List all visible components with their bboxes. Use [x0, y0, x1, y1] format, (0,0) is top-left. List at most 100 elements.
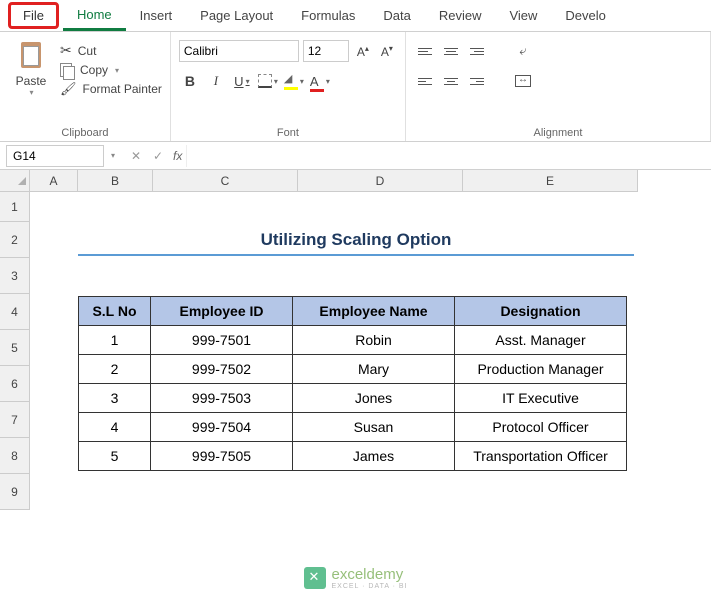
font-size-select[interactable] [303, 40, 349, 62]
align-center-icon [444, 78, 458, 85]
accept-formula-button[interactable]: ✓ [147, 149, 169, 163]
tab-view[interactable]: View [495, 2, 551, 29]
table-cell[interactable]: Transportation Officer [455, 442, 627, 471]
table-row: 1999-7501RobinAsst. Manager [79, 326, 627, 355]
row-header[interactable]: 6 [0, 366, 30, 402]
column-header[interactable]: C [153, 170, 298, 192]
column-header[interactable]: E [463, 170, 638, 192]
fill-color-button[interactable] [283, 70, 305, 92]
watermark-brand: exceldemy [332, 566, 408, 583]
tab-home[interactable]: Home [63, 1, 126, 31]
watermark: exceldemy EXCEL · DATA · BI [304, 566, 408, 590]
column-header[interactable]: A [30, 170, 78, 192]
paste-label: Paste [16, 74, 47, 88]
row-header[interactable]: 2 [0, 222, 30, 258]
table-cell[interactable]: 999-7505 [151, 442, 293, 471]
tab-formulas[interactable]: Formulas [287, 2, 369, 29]
row-header[interactable]: 1 [0, 192, 30, 222]
group-label-alignment: Alignment [414, 125, 702, 139]
align-center-button[interactable] [440, 70, 462, 92]
table-cell[interactable]: Protocol Officer [455, 413, 627, 442]
tab-review[interactable]: Review [425, 2, 496, 29]
tab-data[interactable]: Data [369, 2, 424, 29]
table-row: 3999-7503JonesIT Executive [79, 384, 627, 413]
table-cell[interactable]: 999-7501 [151, 326, 293, 355]
wrap-text-button[interactable] [512, 40, 534, 62]
sheet-title: Utilizing Scaling Option [78, 230, 634, 256]
align-middle-icon [444, 48, 458, 55]
column-header[interactable]: B [78, 170, 153, 192]
tab-insert[interactable]: Insert [126, 2, 187, 29]
table-cell[interactable]: Mary [293, 355, 455, 384]
chevron-down-icon[interactable]: ▾ [29, 88, 33, 97]
sheet-area: 123456789 ABCDE Utilizing Scaling Option… [0, 170, 711, 510]
table-cell[interactable]: Production Manager [455, 355, 627, 384]
merge-icon [515, 75, 531, 87]
fx-label[interactable]: fx [173, 149, 182, 163]
row-header[interactable]: 8 [0, 438, 30, 474]
formula-input[interactable] [186, 145, 711, 167]
table-cell[interactable]: 3 [79, 384, 151, 413]
table-cell[interactable]: 2 [79, 355, 151, 384]
row-header[interactable]: 5 [0, 330, 30, 366]
ribbon-body: Paste ▾ Cut Copy ▾ Format Painter C [0, 32, 711, 142]
select-all-corner[interactable] [0, 170, 30, 192]
row-header[interactable]: 7 [0, 402, 30, 438]
table-cell[interactable]: Robin [293, 326, 455, 355]
tab-page-layout[interactable]: Page Layout [186, 2, 287, 29]
align-middle-button[interactable] [440, 40, 462, 62]
cut-button[interactable]: Cut [60, 42, 162, 59]
table-cell[interactable]: 5 [79, 442, 151, 471]
table-row: 2999-7502MaryProduction Manager [79, 355, 627, 384]
wrap-icon [519, 43, 526, 59]
align-bottom-button[interactable] [466, 40, 488, 62]
table-cell[interactable]: James [293, 442, 455, 471]
brush-icon [60, 81, 77, 97]
row-header[interactable]: 3 [0, 258, 30, 294]
tab-developer[interactable]: Develo [551, 2, 619, 29]
cut-label: Cut [78, 44, 97, 58]
border-icon [258, 74, 272, 88]
align-bottom-icon [470, 48, 484, 55]
name-box[interactable]: G14 [6, 145, 104, 167]
table-cell[interactable]: IT Executive [455, 384, 627, 413]
table-header: S.L No [79, 297, 151, 326]
table-cell[interactable]: 1 [79, 326, 151, 355]
copy-button[interactable]: Copy ▾ [60, 63, 162, 77]
ribbon-tab-bar: File Home Insert Page Layout Formulas Da… [0, 0, 711, 32]
increase-font-button[interactable]: A▴ [353, 42, 373, 61]
group-clipboard: Paste ▾ Cut Copy ▾ Format Painter C [0, 32, 171, 141]
row-header[interactable]: 4 [0, 294, 30, 330]
table-row: 5999-7505JamesTransportation Officer [79, 442, 627, 471]
chevron-down-icon[interactable]: ▾ [115, 66, 119, 75]
table-cell[interactable]: 999-7502 [151, 355, 293, 384]
table-cell[interactable]: Susan [293, 413, 455, 442]
tab-file[interactable]: File [8, 2, 59, 29]
table-cell[interactable]: Jones [293, 384, 455, 413]
align-left-button[interactable] [414, 70, 436, 92]
table-cell[interactable]: 4 [79, 413, 151, 442]
group-label-font: Font [179, 125, 397, 139]
bold-button[interactable]: B [179, 70, 201, 92]
table-cell[interactable]: Asst. Manager [455, 326, 627, 355]
group-label-clipboard: Clipboard [8, 125, 162, 139]
decrease-font-button[interactable]: A▾ [377, 42, 397, 61]
italic-button[interactable]: I [205, 70, 227, 92]
row-header[interactable]: 9 [0, 474, 30, 510]
underline-button[interactable]: U [231, 70, 253, 92]
column-header[interactable]: D [298, 170, 463, 192]
table-cell[interactable]: 999-7503 [151, 384, 293, 413]
table-cell[interactable]: 999-7504 [151, 413, 293, 442]
paste-button[interactable]: Paste ▾ [8, 36, 54, 125]
cancel-formula-button[interactable]: ✕ [125, 149, 147, 163]
copy-label: Copy [80, 63, 108, 77]
group-font: A▴ A▾ B I U A Font [171, 32, 406, 141]
align-top-button[interactable] [414, 40, 436, 62]
format-painter-button[interactable]: Format Painter [60, 81, 162, 97]
chevron-down-icon[interactable]: ▾ [111, 151, 115, 160]
font-color-button[interactable]: A [309, 70, 331, 92]
merge-button[interactable] [512, 70, 534, 92]
font-family-select[interactable] [179, 40, 299, 62]
align-right-button[interactable] [466, 70, 488, 92]
border-button[interactable] [257, 70, 279, 92]
